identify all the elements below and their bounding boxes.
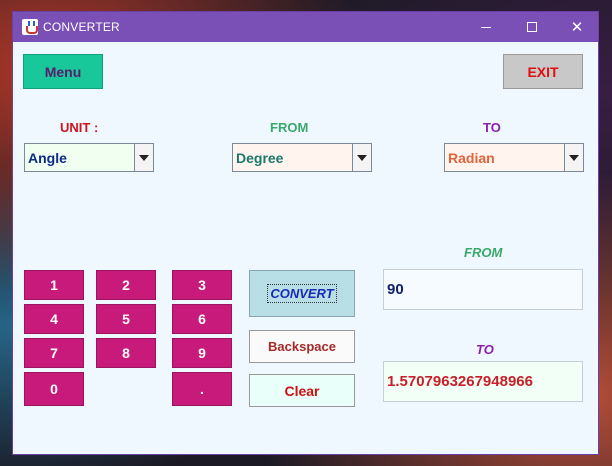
to-unit-select-value: Radian [448,149,495,166]
chevron-down-icon [357,154,367,161]
to-value-label: TO [476,342,494,357]
menu-button[interactable]: Menu [23,54,103,89]
backspace-button[interactable]: Backspace [249,330,355,363]
key-0[interactable]: 0 [24,372,84,406]
chevron-down-icon [569,154,579,161]
key-1[interactable]: 1 [24,270,84,300]
minimize-icon [481,26,491,28]
minimize-button[interactable] [463,12,509,42]
key-decimal[interactable]: . [172,372,232,406]
title-bar[interactable]: CONVERTER ✕ [13,12,598,42]
maximize-button[interactable] [509,12,555,42]
from-unit-select-value: Degree [236,149,284,166]
to-unit-select[interactable]: Radian [444,143,584,172]
to-unit-dropdown-button[interactable] [564,144,583,171]
unit-label: UNIT : [60,120,99,135]
window-title: CONVERTER [43,20,120,34]
convert-button[interactable]: CONVERT [249,270,355,317]
unit-dropdown-button[interactable] [134,144,153,171]
convert-button-label: CONVERT [267,284,337,303]
clear-button[interactable]: Clear [249,374,355,407]
key-8[interactable]: 8 [96,338,156,368]
chevron-down-icon [139,154,149,161]
to-value-field: 1.5707963267948966 [383,361,583,402]
key-4[interactable]: 4 [24,304,84,334]
key-6[interactable]: 6 [172,304,232,334]
key-3[interactable]: 3 [172,270,232,300]
exit-button[interactable]: EXIT [503,54,583,89]
key-5[interactable]: 5 [96,304,156,334]
from-unit-label: FROM [270,120,309,135]
close-icon: ✕ [570,17,584,36]
converter-window: CONVERTER ✕ Menu EXIT UNIT : FROM TO Ang… [12,11,599,455]
from-value-field[interactable]: 90 [383,269,583,310]
from-unit-select[interactable]: Degree [232,143,372,172]
from-value-label: FROM [464,245,503,260]
key-9[interactable]: 9 [172,338,232,368]
to-unit-label: TO [483,120,501,135]
key-2[interactable]: 2 [96,270,156,300]
java-cup-icon [22,19,38,35]
close-button[interactable]: ✕ [554,12,600,42]
from-unit-dropdown-button[interactable] [352,144,371,171]
unit-select[interactable]: Angle [24,143,154,172]
unit-select-value: Angle [28,149,67,166]
key-7[interactable]: 7 [24,338,84,368]
maximize-icon [527,22,537,32]
